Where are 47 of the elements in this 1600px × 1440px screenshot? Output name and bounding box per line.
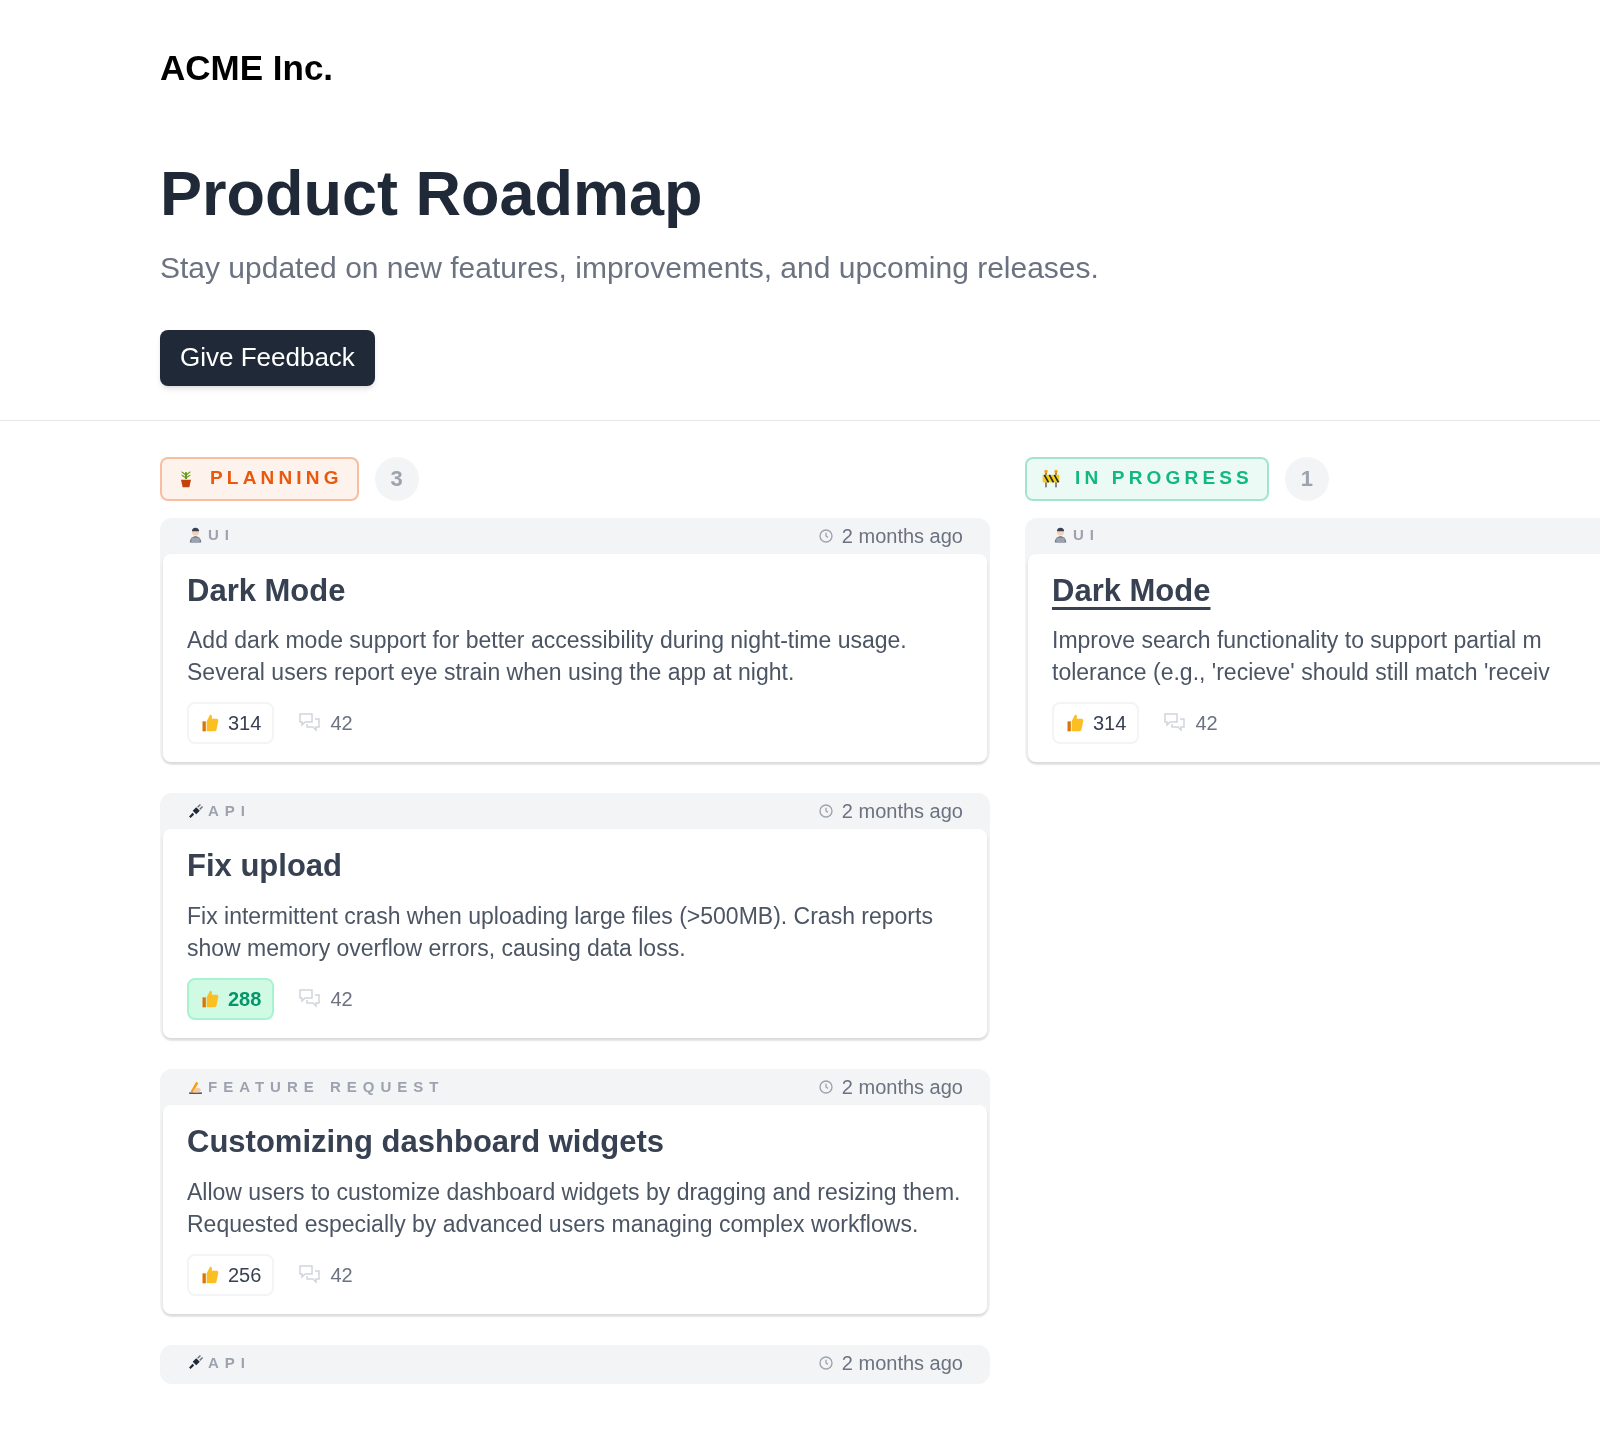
card-title[interactable]: Dark Mode xyxy=(187,571,346,611)
clock-icon xyxy=(817,1079,834,1095)
card-description: Add dark mode support for better accessibility during night-time usage. Several users report eye strain when using the app at night. xyxy=(187,626,908,688)
page-title: Product Roadmap xyxy=(160,156,704,230)
timestamp: 2 months ago xyxy=(841,1350,963,1376)
clock-icon xyxy=(817,1354,834,1371)
category-tag: API xyxy=(208,800,251,823)
thumbs-up-icon xyxy=(200,989,220,1009)
category-tag: FEATURE REQUEST xyxy=(208,1075,445,1099)
thumbs-up-icon xyxy=(1065,713,1085,734)
category-tag: UI xyxy=(208,524,235,547)
category-tag: UI xyxy=(1073,524,1100,547)
person-at-laptop-icon xyxy=(187,527,204,544)
timestamp: 2 months ago xyxy=(841,1075,963,1100)
upvote-button[interactable]: 256 xyxy=(187,1253,275,1296)
upvote-button[interactable]: 314 xyxy=(187,702,275,745)
feedback-button[interactable]: Give Feedback xyxy=(160,329,375,386)
comment-count: 42 xyxy=(330,987,353,1012)
clock-icon xyxy=(817,527,834,544)
upvote-button[interactable]: 314 xyxy=(1052,702,1140,745)
card-description: Allow users to customize dashboard widgets by dragging and resizing them. Requested especially by advanced users managing complex workflows. xyxy=(187,1177,962,1239)
card-description: Fix intermittent crash when uploading large files (>500MB). Crash reports show memory overflow errors, causing data loss. xyxy=(187,902,934,963)
category-tag: API xyxy=(208,1351,251,1374)
comment-count: 42 xyxy=(330,711,353,737)
thumbs-up-icon xyxy=(200,713,220,734)
card-title[interactable]: Customizing dashboard widgets xyxy=(187,1123,665,1162)
comments-icon xyxy=(298,987,323,1011)
page-subtitle: Stay updated on new features, improvements, and upcoming releases. xyxy=(160,249,1100,286)
card-title[interactable]: Dark Mode xyxy=(1052,571,1211,611)
comment-count: 42 xyxy=(1195,711,1218,737)
barrier-icon xyxy=(1041,468,1061,489)
count-badge: 1 xyxy=(1284,456,1329,501)
status-label: IN PROGRESS xyxy=(1075,466,1253,491)
status-label: PLANNING xyxy=(210,466,343,491)
plug-icon xyxy=(187,1354,204,1372)
comments-icon xyxy=(298,1262,323,1287)
clock-icon xyxy=(817,803,834,820)
card-title[interactable]: Fix upload xyxy=(187,847,342,886)
card-description: Improve search functionality to support partial m tolerance (e.g., 'recieve' should still match 'receiv xyxy=(1052,626,1551,688)
plug-icon xyxy=(187,802,204,820)
timestamp: 2 months ago xyxy=(841,799,963,825)
brand-name: ACME Inc. xyxy=(160,47,335,89)
person-at-laptop-icon xyxy=(1052,527,1069,544)
count-badge: 3 xyxy=(374,456,419,501)
thumbs-up-icon xyxy=(200,1264,220,1285)
timestamp: 2 months ago xyxy=(841,523,963,549)
comment-count: 42 xyxy=(330,1262,353,1288)
